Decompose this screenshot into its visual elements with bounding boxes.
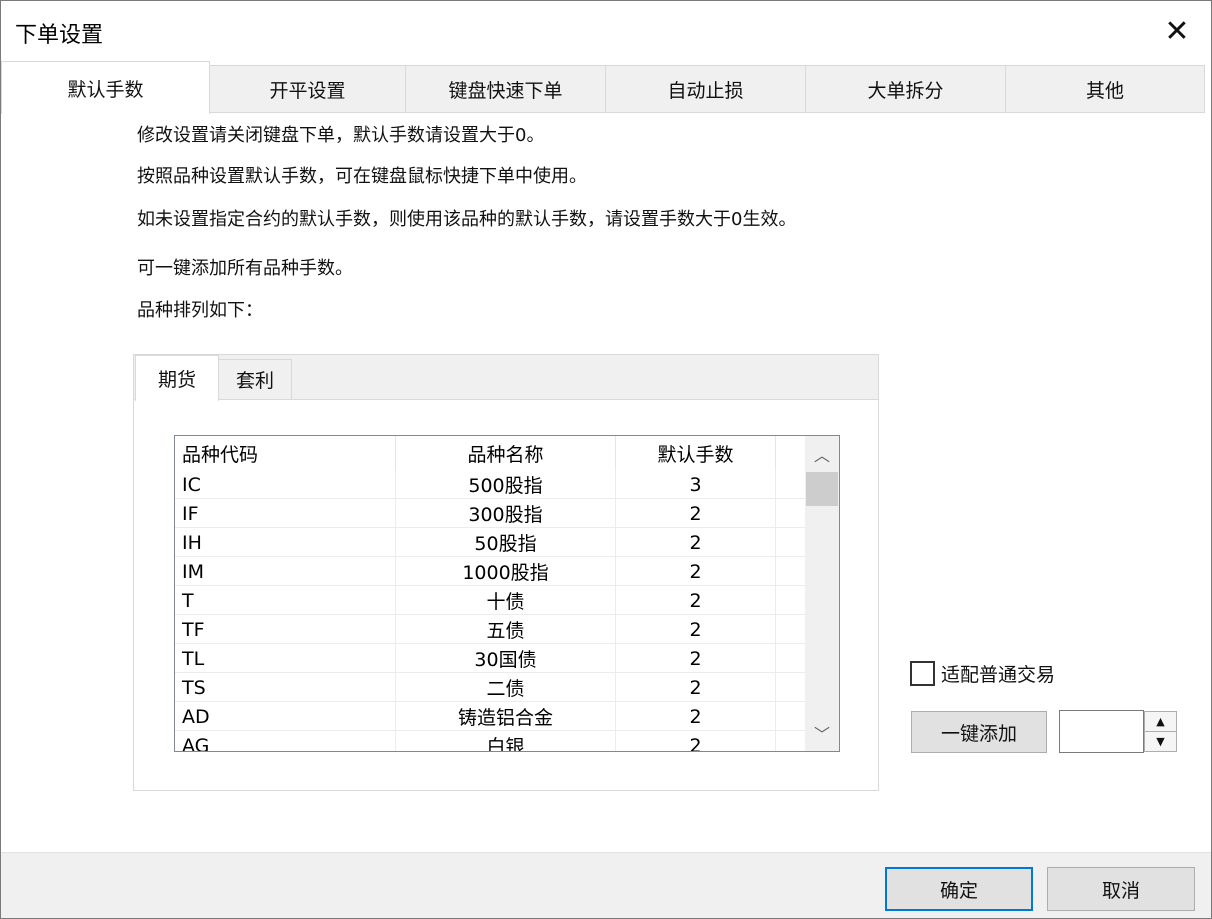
row-lots: 2 [616, 499, 776, 528]
tab-keyboard-order[interactable]: 键盘快速下单 [405, 65, 606, 113]
adapt-normal-trading-option[interactable]: 适配普通交易 [910, 659, 1055, 687]
dialog-title: 下单设置 [15, 23, 104, 48]
list-scrollbar[interactable]: ︿ ﹀ [805, 436, 839, 751]
row-code: AD [175, 702, 396, 731]
product-subtab-bar: 期货 套利 [134, 355, 878, 401]
row-code: IM [175, 557, 396, 586]
row-name: 500股指 [396, 470, 616, 499]
row-lots: 3 [616, 470, 776, 499]
subtab-arbitrage[interactable]: 套利 [218, 359, 292, 400]
ok-button[interactable]: 确定 [885, 867, 1033, 911]
row-name: 300股指 [396, 499, 616, 528]
list-row[interactable]: IH 50股指 2 [175, 528, 805, 557]
row-code: IF [175, 499, 396, 528]
row-code: TL [175, 644, 396, 673]
row-lots: 2 [616, 528, 776, 557]
header-name[interactable]: 品种名称 [396, 436, 616, 470]
row-lots: 2 [616, 615, 776, 644]
row-code: TS [175, 673, 396, 702]
dialog-footer: 确定 取消 [1, 852, 1211, 918]
row-lots: 2 [616, 644, 776, 673]
row-code: IC [175, 470, 396, 499]
close-icon[interactable]: ✕ [1151, 9, 1203, 53]
title-bar: 下单设置 ✕ [1, 1, 1211, 61]
row-lots: 2 [616, 673, 776, 702]
row-code: AG [175, 731, 396, 751]
product-panel: 期货 套利 品种代码 品种名称 默认手数 IC 500股指 3 IF 300股指… [133, 354, 879, 791]
list-row[interactable]: IM 1000股指 2 [175, 557, 805, 586]
row-name: 二债 [396, 673, 616, 702]
lots-spin-input[interactable] [1059, 710, 1144, 753]
cancel-button[interactable]: 取消 [1047, 867, 1195, 911]
row-name: 白银 [396, 731, 616, 751]
header-code[interactable]: 品种代码 [175, 436, 396, 470]
scroll-up-icon[interactable]: ︿ [805, 436, 839, 472]
tab-order-split[interactable]: 大单拆分 [805, 65, 1006, 113]
list-row[interactable]: IC 500股指 3 [175, 470, 805, 499]
description-line-1: 修改设置请关闭键盘下单，默认手数请设置大于0。 [137, 125, 545, 146]
settings-tabs: 默认手数 开平设置 键盘快速下单 自动止损 大单拆分 其他 [1, 61, 1205, 114]
list-header: 品种代码 品种名称 默认手数 [175, 436, 806, 470]
row-name: 十债 [396, 586, 616, 615]
spin-down-icon[interactable]: ▼ [1144, 731, 1177, 752]
row-code: TF [175, 615, 396, 644]
header-lots[interactable]: 默认手数 [616, 436, 776, 470]
row-lots: 2 [616, 586, 776, 615]
list-row[interactable]: TS 二债 2 [175, 673, 805, 702]
tab-open-close[interactable]: 开平设置 [209, 65, 406, 113]
row-lots: 2 [616, 731, 776, 751]
description-line-5: 品种排列如下： [137, 300, 263, 321]
row-name: 1000股指 [396, 557, 616, 586]
list-row[interactable]: TF 五债 2 [175, 615, 805, 644]
row-name: 30国债 [396, 644, 616, 673]
description-line-4: 可一键添加所有品种手数。 [137, 258, 353, 279]
list-row[interactable]: AG 白银 2 [175, 731, 805, 751]
row-code: T [175, 586, 396, 615]
tab-default-lots[interactable]: 默认手数 [1, 61, 210, 114]
tab-auto-stop-loss[interactable]: 自动止损 [605, 65, 806, 113]
list-row[interactable]: AD 铸造铝合金 2 [175, 702, 805, 731]
tab-other[interactable]: 其他 [1005, 65, 1205, 113]
row-lots: 2 [616, 557, 776, 586]
add-all-button[interactable]: 一键添加 [911, 711, 1047, 753]
row-lots: 2 [616, 702, 776, 731]
scroll-thumb[interactable] [806, 472, 838, 506]
row-name: 50股指 [396, 528, 616, 557]
list-row[interactable]: TL 30国债 2 [175, 644, 805, 673]
description-line-2: 按照品种设置默认手数，可在键盘鼠标快捷下单中使用。 [137, 166, 587, 187]
adapt-normal-trading-label: 适配普通交易 [941, 663, 1056, 686]
row-name: 五债 [396, 615, 616, 644]
subtab-border [134, 399, 878, 400]
adapt-normal-trading-checkbox[interactable] [910, 660, 935, 686]
description-line-3: 如未设置指定合约的默认手数，则使用该品种的默认手数，请设置手数大于0生效。 [137, 209, 797, 230]
row-code: IH [175, 528, 396, 557]
subtab-futures[interactable]: 期货 [135, 355, 219, 401]
scroll-down-icon[interactable]: ﹀ [805, 715, 839, 751]
order-settings-dialog: 下单设置 ✕ 默认手数 开平设置 键盘快速下单 自动止损 大单拆分 其他 修改设… [0, 0, 1212, 919]
spin-up-icon[interactable]: ▲ [1144, 711, 1177, 732]
row-name: 铸造铝合金 [396, 702, 616, 731]
list-row[interactable]: IF 300股指 2 [175, 499, 805, 528]
header-filler [776, 436, 806, 470]
product-list[interactable]: 品种代码 品种名称 默认手数 IC 500股指 3 IF 300股指 2 IH … [174, 435, 840, 752]
list-row[interactable]: T 十债 2 [175, 586, 805, 615]
